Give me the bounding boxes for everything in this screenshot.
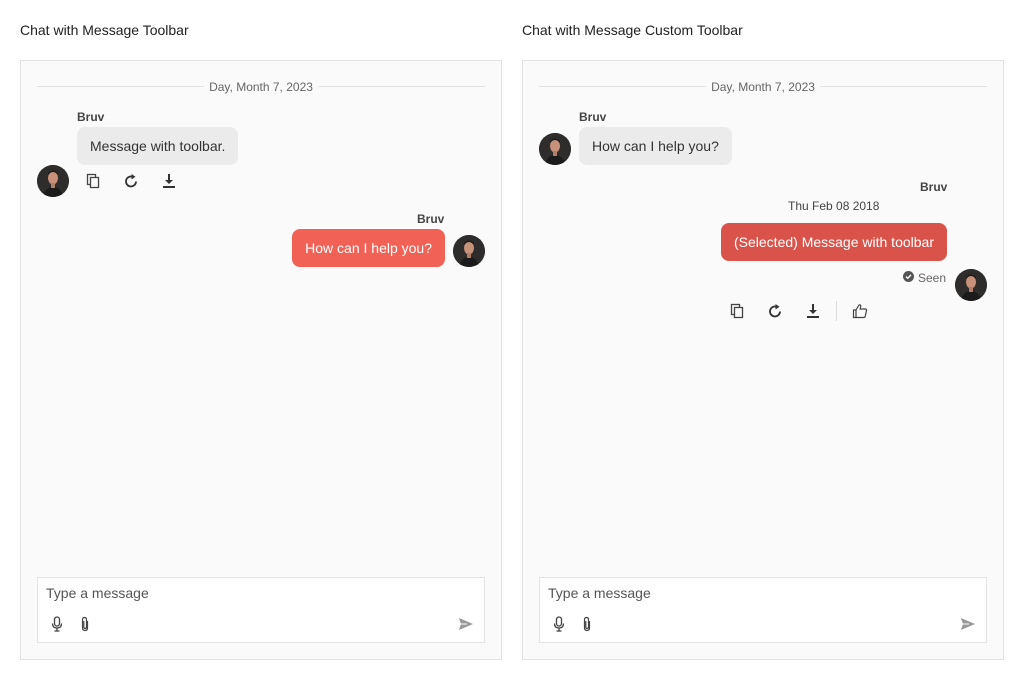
message-composer [539, 577, 987, 643]
message-composer [37, 577, 485, 643]
message-input[interactable] [548, 584, 968, 602]
download-icon[interactable] [803, 301, 823, 321]
copy-icon[interactable] [83, 171, 103, 191]
avatar [539, 133, 571, 165]
selected-message-bubble[interactable]: (Selected) Message with toolbar [721, 223, 947, 261]
paperclip-icon[interactable] [76, 615, 94, 633]
toolbar-divider [836, 301, 837, 321]
send-icon[interactable] [457, 615, 475, 633]
check-circle-icon [903, 271, 914, 285]
incoming-message-bubble[interactable]: Message with toolbar. [77, 127, 239, 165]
paperclip-icon[interactable] [578, 615, 596, 633]
avatar [37, 165, 69, 197]
incoming-sender-name: Bruv [77, 110, 105, 124]
refresh-icon[interactable] [121, 171, 141, 191]
message-status-label: Seen [918, 271, 947, 285]
avatar [453, 235, 485, 267]
date-separator-label: Day, Month 7, 2023 [204, 79, 318, 95]
thumbs-up-icon[interactable] [850, 301, 870, 321]
chat-panel: Day, Month 7, 2023 Bruv Message with too… [20, 60, 502, 660]
demo-title: Chat with Message Custom Toolbar [522, 22, 743, 38]
avatar [955, 269, 987, 301]
send-icon[interactable] [959, 615, 977, 633]
date-separator-label: Day, Month 7, 2023 [706, 79, 820, 95]
demo-title: Chat with Message Toolbar [20, 22, 189, 38]
outgoing-sender-name: Bruv [417, 212, 445, 226]
refresh-icon[interactable] [765, 301, 785, 321]
incoming-sender-name: Bruv [579, 110, 607, 124]
microphone-icon[interactable] [48, 615, 66, 633]
outgoing-sender-name: Bruv [920, 180, 948, 194]
date-separator: Day, Month 7, 2023 [37, 79, 485, 95]
message-input[interactable] [46, 584, 466, 602]
message-timestamp: Thu Feb 08 2018 [788, 199, 880, 213]
download-icon[interactable] [159, 171, 179, 191]
message-status: Seen [903, 271, 946, 285]
chat-panel: Day, Month 7, 2023 Bruv How can I help y… [522, 60, 1004, 660]
outgoing-message-bubble[interactable]: How can I help you? [292, 229, 445, 267]
copy-icon[interactable] [727, 301, 747, 321]
date-separator: Day, Month 7, 2023 [539, 79, 987, 95]
incoming-message-bubble[interactable]: How can I help you? [579, 127, 732, 165]
microphone-icon[interactable] [550, 615, 568, 633]
